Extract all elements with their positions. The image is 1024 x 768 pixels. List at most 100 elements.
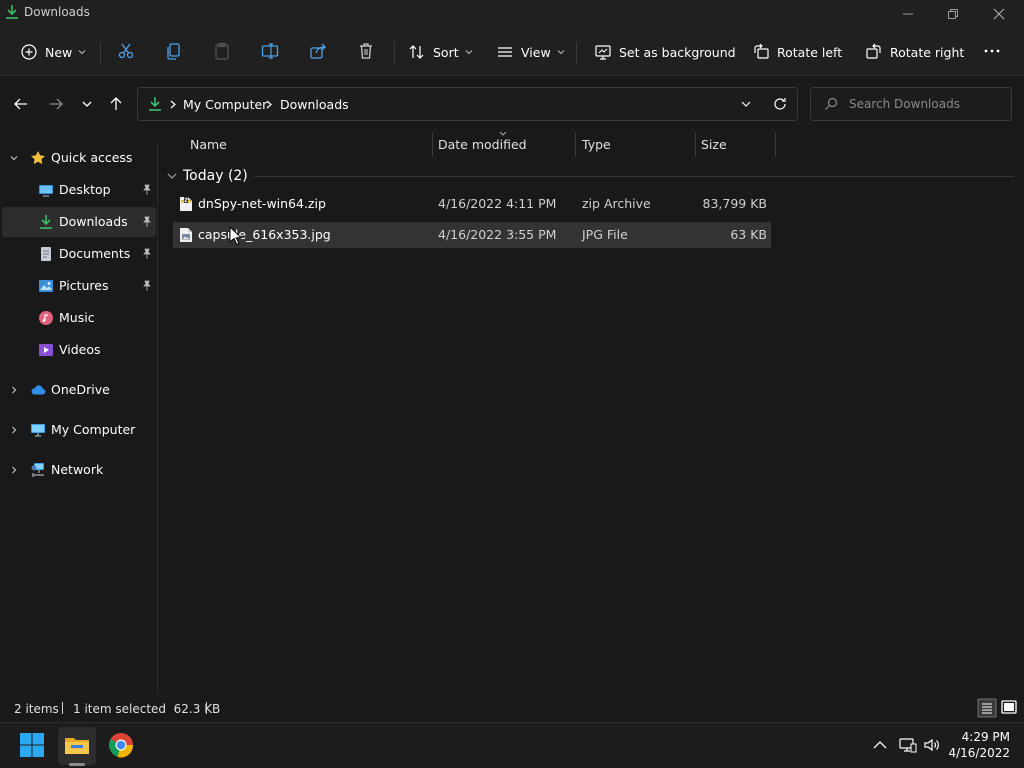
- delete-icon[interactable]: [356, 41, 376, 61]
- chevron-up-icon[interactable]: [871, 736, 889, 754]
- sidebar-item-label: Downloads: [59, 214, 128, 229]
- column-header-size[interactable]: Size: [695, 131, 776, 159]
- search-input[interactable]: [849, 95, 999, 113]
- music-icon: [39, 311, 53, 325]
- start-windows-icon[interactable]: [18, 731, 46, 759]
- group-header-today[interactable]: Today (2): [167, 166, 248, 186]
- file-row[interactable]: dnSpy-net-win64.zip 4/16/2022 4:11 PM zi…: [173, 191, 771, 217]
- sidebar-item-music[interactable]: Music: [2, 303, 156, 333]
- forward-arrow-icon[interactable]: [47, 95, 65, 113]
- pin-icon[interactable]: [141, 216, 153, 228]
- chevron-down-icon: [557, 50, 565, 55]
- view-icon: [498, 47, 512, 57]
- share-icon[interactable]: [308, 41, 328, 61]
- new-label: New: [45, 44, 73, 60]
- copy-icon[interactable]: [164, 41, 184, 61]
- pin-icon[interactable]: [141, 184, 153, 196]
- pictures-icon: [39, 280, 53, 292]
- rotate-right-button[interactable]: Rotate right: [865, 40, 964, 64]
- search-icon: [825, 97, 838, 110]
- breadcrumb-my-computer[interactable]: My Computer: [183, 97, 267, 112]
- view-label: View: [521, 44, 551, 60]
- details-view-icon[interactable]: [977, 698, 997, 718]
- cloud-icon: [31, 385, 46, 395]
- rotate-right-icon: [866, 43, 881, 59]
- rotate-left-button[interactable]: Rotate left: [752, 40, 842, 64]
- sidebar-item-network[interactable]: Network: [2, 455, 156, 485]
- rename-icon[interactable]: [260, 41, 280, 61]
- column-header-date-modified[interactable]: Date modified: [432, 131, 576, 159]
- volume-icon[interactable]: [923, 736, 941, 754]
- address-bar[interactable]: My Computer Downloads: [137, 87, 798, 121]
- sidebar-item-desktop[interactable]: Desktop: [2, 175, 156, 205]
- view-button[interactable]: View: [496, 40, 565, 64]
- zip-file-icon: [180, 197, 192, 211]
- refresh-icon[interactable]: [772, 96, 788, 112]
- file-list: Name Date modified Type Size Today (2) d…: [159, 131, 1024, 694]
- status-separator: [206, 702, 207, 714]
- chrome-icon[interactable]: [107, 731, 135, 759]
- sidebar-item-label: Quick access: [51, 150, 133, 165]
- set-as-background-label: Set as background: [619, 44, 736, 60]
- minimize-icon[interactable]: [898, 4, 918, 24]
- mouse-cursor-icon: [229, 226, 243, 246]
- chevron-down-icon: [465, 50, 472, 55]
- sidebar-item-onedrive[interactable]: OneDrive: [2, 375, 156, 405]
- chevron-down-icon[interactable]: [10, 154, 18, 162]
- address-history-chevron-icon[interactable]: [741, 100, 751, 108]
- toolbar-separator: [394, 42, 395, 64]
- pin-icon[interactable]: [141, 248, 153, 260]
- file-name: capsule_616x353.jpg: [198, 227, 331, 242]
- breadcrumb-chevron-icon[interactable]: [169, 100, 177, 109]
- up-arrow-icon[interactable]: [107, 95, 125, 113]
- breadcrumb-downloads[interactable]: Downloads: [280, 97, 349, 112]
- set-as-background-button[interactable]: Set as background: [594, 40, 736, 64]
- download-icon: [149, 97, 161, 111]
- star-icon: [31, 151, 45, 165]
- search-box[interactable]: [810, 87, 1012, 121]
- column-header-type[interactable]: Type: [576, 131, 696, 159]
- recent-locations-chevron-icon[interactable]: [78, 95, 96, 113]
- large-icons-view-icon[interactable]: [999, 698, 1019, 718]
- breadcrumb-chevron-icon[interactable]: [265, 100, 273, 109]
- sidebar-item-documents[interactable]: Documents: [2, 239, 156, 269]
- file-type: JPG File: [582, 227, 628, 242]
- close-icon[interactable]: [989, 4, 1009, 24]
- back-arrow-icon[interactable]: [12, 95, 30, 113]
- navigation-bar: My Computer Downloads: [0, 77, 1024, 131]
- system-clock[interactable]: 4:29 PM 4/16/2022: [948, 729, 1010, 761]
- cut-icon[interactable]: [116, 41, 136, 61]
- sidebar-item-pictures[interactable]: Pictures: [2, 271, 156, 301]
- file-explorer-icon[interactable]: [63, 731, 91, 759]
- taskbar-running-indicator: [69, 763, 85, 766]
- chevron-right-icon[interactable]: [10, 386, 18, 394]
- network-status-icon[interactable]: [899, 736, 917, 754]
- sidebar-item-videos[interactable]: Videos: [2, 335, 156, 365]
- sort-label: Sort: [433, 44, 459, 60]
- chevron-down-icon[interactable]: [167, 172, 177, 180]
- rotate-left-label: Rotate left: [777, 44, 843, 60]
- column-resize-handle[interactable]: [775, 133, 776, 157]
- new-button[interactable]: New: [20, 40, 86, 64]
- toolbar-separator: [100, 42, 101, 64]
- pin-icon[interactable]: [141, 280, 153, 292]
- sidebar-item-quick-access[interactable]: Quick access: [2, 143, 156, 173]
- image-file-icon: [180, 228, 192, 242]
- more-options-icon[interactable]: [982, 41, 1002, 61]
- selection-info: 1 item selected 62.3 KB: [73, 702, 221, 716]
- file-row[interactable]: capsule_616x353.jpg 4/16/2022 3:55 PM JP…: [173, 222, 771, 248]
- sidebar-item-my-computer[interactable]: My Computer: [2, 415, 156, 445]
- documents-icon: [41, 247, 51, 261]
- restore-icon[interactable]: [943, 4, 963, 24]
- computer-icon: [31, 424, 45, 437]
- sort-button[interactable]: Sort: [408, 40, 473, 64]
- chevron-right-icon[interactable]: [10, 466, 18, 474]
- chevron-right-icon[interactable]: [10, 426, 18, 434]
- column-header-name[interactable]: Name: [184, 131, 433, 159]
- sidebar-item-label: Documents: [59, 246, 131, 261]
- sidebar-item-downloads[interactable]: Downloads: [2, 207, 156, 237]
- navigation-pane: Quick access Desktop Downloads Documents…: [0, 141, 158, 694]
- paste-icon[interactable]: [212, 41, 232, 61]
- file-type: zip Archive: [582, 196, 651, 211]
- file-size: 83,799 KB: [702, 196, 767, 211]
